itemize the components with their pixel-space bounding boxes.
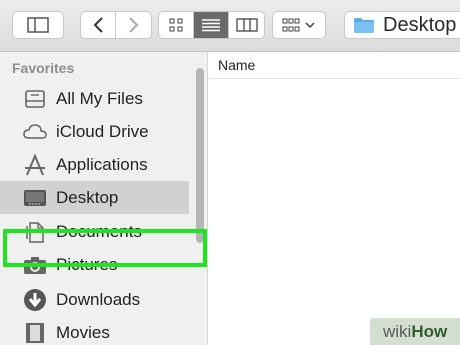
grid-icon: [169, 18, 183, 32]
chevron-right-icon: [128, 17, 138, 33]
wikihow-watermark: wiki How: [370, 318, 460, 345]
desktop-icon: [22, 185, 48, 211]
chevron-left-icon: [93, 17, 103, 33]
sidebar-item-label: All My Files: [56, 88, 143, 108]
film-icon: [22, 320, 48, 345]
column-view-button[interactable]: [229, 12, 264, 38]
back-button[interactable]: [81, 12, 116, 38]
forward-button[interactable]: [116, 12, 151, 38]
arrange-button[interactable]: [272, 11, 326, 39]
sidebar-item-downloads[interactable]: Downloads: [0, 283, 189, 316]
watermark-part1: wiki: [383, 321, 412, 341]
sidebar-item-desktop[interactable]: Desktop: [0, 181, 189, 214]
sidebar-icon: [27, 17, 49, 33]
sidebar-item-applications[interactable]: Applications: [0, 148, 189, 181]
file-list: Name: [209, 52, 460, 345]
nav-buttons: [80, 11, 152, 39]
sidebar-item-label: Applications: [56, 154, 148, 174]
arrange-grid-icon: [282, 18, 315, 32]
icon-view-button[interactable]: [159, 12, 194, 38]
sidebar-item-icloud-drive[interactable]: iCloud Drive: [0, 115, 189, 148]
watermark-part2: How: [411, 321, 448, 341]
sidebar-scrollbar[interactable]: [196, 68, 204, 243]
columns-icon: [235, 18, 258, 32]
list-icon: [202, 19, 220, 32]
sidebar-item-label: iCloud Drive: [56, 121, 149, 141]
column-header-label: Name: [218, 57, 256, 73]
applications-icon: [22, 152, 48, 178]
sidebar-section-title: Favorites: [12, 60, 75, 76]
sidebar-item-movies[interactable]: Movies: [0, 316, 189, 345]
sidebar-item-label: Movies: [56, 322, 110, 342]
sidebar: Favorites All My Files iCloud Drive Appl…: [0, 52, 208, 345]
toolbar: Desktop: [0, 0, 460, 52]
column-header-name[interactable]: Name: [209, 52, 460, 79]
sidebar-item-label: Downloads: [56, 289, 141, 309]
sidebar-item-label: Desktop: [56, 187, 119, 207]
list-view-button[interactable]: [194, 12, 229, 38]
view-mode-control: [158, 11, 265, 39]
sidebar-item-all-my-files[interactable]: All My Files: [0, 82, 189, 115]
download-icon: [22, 287, 48, 313]
all-files-icon: [22, 86, 48, 112]
downloads-highlight-box: [3, 229, 207, 267]
sidebar-toggle-button[interactable]: [12, 11, 64, 39]
cloud-icon: [22, 119, 48, 145]
path-button[interactable]: Desktop: [344, 11, 460, 39]
path-label: Desktop: [383, 13, 457, 36]
folder-icon: [354, 18, 374, 33]
